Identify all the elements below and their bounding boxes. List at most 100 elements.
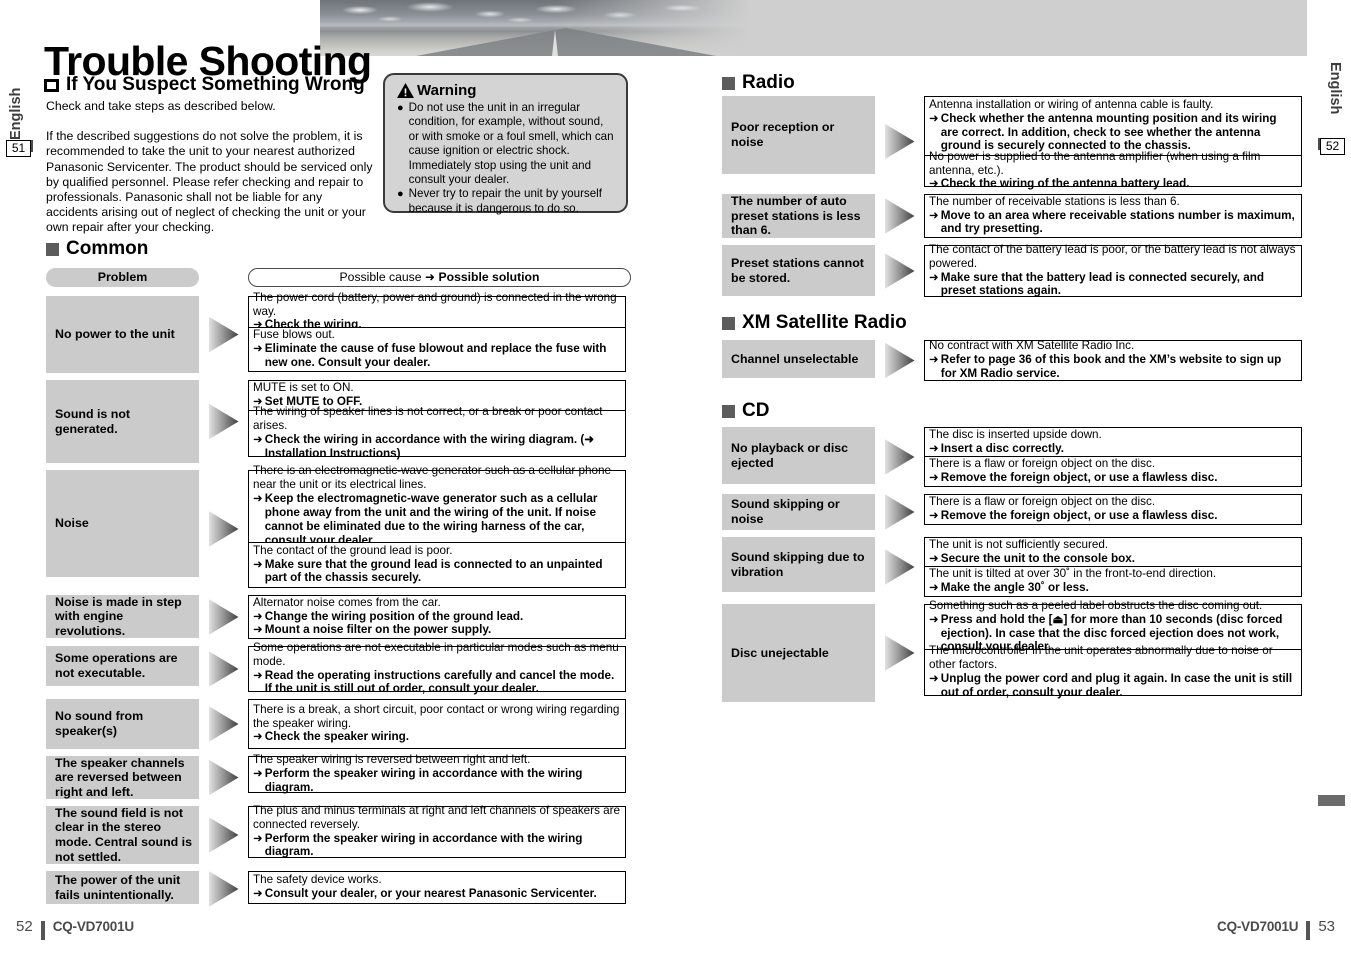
cause-solution-cell: There is a flaw or foreign object on the… (924, 457, 1302, 487)
cause-solution-cell: The speaker wiring is reversed between r… (248, 753, 626, 794)
solution-arrow-icon: ➜ (929, 111, 939, 125)
cause-solution-cell: Alternator noise comes from the car. ➜ Cha… (248, 595, 626, 639)
triangle-arrow-icon (208, 511, 239, 547)
flow-arrow (199, 296, 248, 373)
flow-arrow (875, 427, 924, 487)
cause-solution-cell: No power is supplied to the antenna ampl… (924, 150, 1302, 190)
cause-text: The unit is not sufficiently secured. (929, 537, 1109, 551)
solution-text: Move to an area where receivable station… (940, 208, 1295, 236)
cause-text: The unit is tilted at over 30˚ in the fr… (929, 567, 1217, 581)
problem-cell: The sound field is not clear in the ster… (46, 806, 199, 864)
cause-text: Some operations are not executable in pa… (253, 640, 619, 668)
flow-arrow (875, 494, 924, 530)
cause-solution-group: No contract with XM Satellite Radio Inc.… (924, 339, 1302, 381)
triangle-arrow-icon (884, 635, 915, 671)
solution-text: Unplug the power cord and plug it again.… (940, 672, 1293, 699)
warning-item-list: ● Do not use the unit in an irregular co… (397, 101, 615, 216)
flow-arrow (199, 756, 248, 799)
header-banner-image (320, 0, 1307, 56)
solution-line: ➜ Change the wiring position of the groun… (253, 610, 621, 624)
solution-arrow-icon: ➜ (929, 270, 939, 284)
section-heading-if-you-suspect: If You Suspect Something Wrong (44, 74, 365, 96)
cause-solution-cell: No contract with XM Satellite Radio Inc.… (924, 339, 1302, 381)
triangle-arrow-icon (884, 494, 915, 530)
warning-item-text: Do not use the unit in an irregular cond… (408, 101, 614, 187)
solution-text: Perform the speaker wiring in accordance… (264, 831, 583, 859)
cause-solution-group: Antenna installation or wiring of antenn… (924, 96, 1302, 190)
cause-solution-cell: The power cord (battery, power and groun… (248, 291, 626, 331)
solution-line: ➜ Unplug the power cord and plug it again… (929, 672, 1297, 700)
problem-cell: The power of the unit fails unintentiona… (46, 871, 199, 904)
cause-solution-group: There is an electromagnetic-wave generat… (248, 464, 626, 588)
flow-arrow (199, 380, 248, 463)
cause-text: Antenna installation or wiring of antenn… (929, 97, 1214, 111)
section-heading-cd: CD (722, 400, 769, 422)
table-row: No playback or disc ejected The disc is i… (722, 427, 1302, 487)
column-header-problem: Problem (46, 268, 199, 287)
warning-box: Warning ● Do not use the unit in an irre… (383, 73, 628, 216)
road-shape (416, 28, 716, 56)
solution-line: ➜ Make sure that the ground lead is conne… (253, 558, 621, 586)
trouble-table-radio: Poor reception or noise Antenna installat… (722, 96, 1302, 304)
solution-text: Insert a disc correctly. (940, 441, 1065, 455)
table-row: Noise is made in step with engine revolu… (46, 595, 626, 639)
triangle-arrow-icon (208, 817, 239, 853)
cause-solution-group: MUTE is set to ON. ➜ Set MUTE to OFF. The w… (248, 380, 626, 463)
table-row: Noise There is an electromagnetic-wave ge… (46, 464, 626, 588)
triangle-arrow-icon (208, 871, 239, 907)
solution-text: Refer to page 36 of this book and the XM… (940, 353, 1282, 380)
solution-arrow-icon: ➜ (253, 557, 263, 571)
solution-line: ➜ Move to an area where receivable statio… (929, 209, 1297, 237)
cause-text: The power cord (battery, power and groun… (253, 290, 617, 318)
solution-text: Consult your dealer, or your nearest Pan… (264, 887, 597, 900)
problem-cell: Sound skipping due to vibration (722, 537, 875, 592)
triangle-arrow-fill (884, 549, 915, 585)
solution-text: Read the operating instructions carefull… (264, 668, 615, 696)
solution-line: ➜ Remove the foreign object, or use a fla… (929, 471, 1297, 485)
footer-divider (40, 921, 45, 940)
heading-label: CD (742, 400, 770, 421)
solution-arrow-icon: ➜ (253, 492, 263, 506)
solution-line: ➜ Keep the electromagnetic-wave generator… (253, 492, 621, 548)
solution-text: Keep the electromagnetic-wave generator … (264, 492, 598, 547)
solution-text: Remove the foreign object, or use a flaw… (940, 509, 1218, 522)
solution-text: Perform the speaker wiring in accordance… (264, 767, 583, 794)
triangle-arrow-fill (208, 511, 239, 547)
table-row: Sound skipping due to vibration The unit … (722, 537, 1302, 597)
solution-line: ➜ Make sure that the battery lead is conn… (929, 271, 1297, 299)
trouble-table-common: Problem Possible cause ➜ Possible soluti… (46, 268, 631, 914)
warning-item: ● Never try to repair the unit by yourse… (397, 187, 615, 216)
solution-line: ➜ Refer to page 36 of this book and the X… (929, 353, 1297, 381)
warning-title-label: Warning (417, 82, 477, 99)
cause-solution-cell: The wiring of speaker lines is not corre… (248, 405, 626, 460)
cause-text: There is an electromagnetic-wave generat… (253, 464, 611, 492)
flow-arrow (199, 699, 248, 749)
side-page-number-left: 51 (6, 140, 31, 157)
triangle-arrow-fill (884, 439, 915, 475)
table-row: The number of auto preset stations is le… (722, 194, 1302, 238)
side-section-tab-marker (1318, 795, 1345, 806)
table-row: The power of the unit fails unintentiona… (46, 871, 626, 907)
solution-arrow-icon: ➜ (929, 441, 939, 455)
cause-solution-cell: There is a break, a short circuit, poor … (248, 699, 626, 749)
intro-paragraph: If the described suggestions do not solv… (46, 129, 373, 235)
triangle-arrow-fill (208, 817, 239, 853)
footer-right: CQ-VD7001U 53 (1217, 918, 1335, 940)
cause-solution-cell: There is an electromagnetic-wave generat… (248, 464, 626, 547)
flow-arrow (199, 646, 248, 692)
flow-arrow (199, 871, 248, 907)
table-body: No playback or disc ejected The disc is i… (722, 427, 1302, 702)
cause-text: The contact of the battery lead is poor,… (929, 242, 1296, 270)
solution-arrow-icon: ➜ (253, 887, 263, 900)
solution-line: ➜ Secure the unit to the console box. (929, 552, 1297, 566)
cause-solution-cell: Antenna installation or wiring of antenn… (924, 96, 1302, 156)
bullet-dot-icon: ● (397, 188, 404, 201)
section-heading-radio: Radio (722, 72, 795, 94)
cause-solution-group: The unit is not sufficiently secured. ➜ Se… (924, 537, 1302, 597)
cause-solution-group: The speaker wiring is reversed between r… (248, 753, 626, 799)
solution-arrow-icon: ➜ (253, 433, 263, 446)
solution-text: Eliminate the cause of fuse blowout and … (264, 342, 607, 369)
solution-line: ➜ Read the operating instructions careful… (253, 669, 621, 697)
cause-text: The microcontroller in the unit operates… (929, 644, 1273, 672)
cause-solution-group: The number of receivable stations is les… (924, 194, 1302, 238)
